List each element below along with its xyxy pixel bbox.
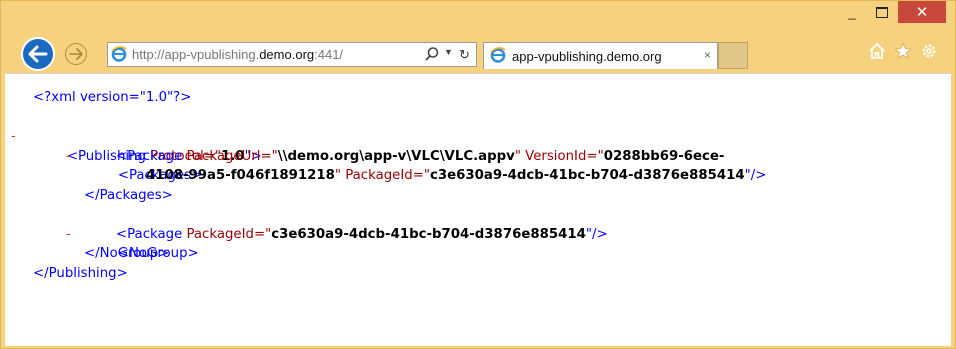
star-icon bbox=[894, 42, 912, 59]
tab-title: app-vpublishing.demo.org bbox=[512, 49, 662, 64]
packages-close-line: </Packages> bbox=[5, 186, 766, 206]
xml-tag: <Package bbox=[116, 226, 187, 242]
xml-attr-name: PackageId=" bbox=[341, 168, 430, 183]
xml-tag: "/> bbox=[744, 168, 767, 183]
xml-attr-value: c3e630a9-4dcb-41bc-b704-d3876e885414 bbox=[271, 226, 586, 242]
tab-close-button[interactable]: × bbox=[704, 48, 711, 62]
publishing-close-line: </Publishing> bbox=[5, 264, 766, 284]
xml-tag: <Package bbox=[116, 148, 187, 164]
maximize-icon bbox=[876, 6, 888, 18]
page-content: <?xml version="1.0"?> - <Publishing Prot… bbox=[5, 73, 951, 346]
publishing-open-line: - <Publishing Protocol="1.0"> bbox=[5, 108, 766, 164]
xml-tag: "/> bbox=[585, 226, 608, 242]
close-button[interactable]: ✕ bbox=[898, 1, 946, 23]
xml-attr-name: PackageId=" bbox=[186, 226, 272, 242]
new-tab-button[interactable] bbox=[718, 42, 748, 69]
forward-arrow-icon bbox=[69, 48, 83, 60]
maximize-button[interactable] bbox=[867, 1, 897, 23]
nogroup-close-line: </NoGroup> bbox=[5, 244, 766, 264]
xml-tag: </Packages> bbox=[84, 187, 173, 203]
package-line: <Package PackageUrl="\\demo.org\app-v\VL… bbox=[5, 147, 766, 167]
internet-explorer-icon bbox=[490, 47, 506, 68]
gear-icon bbox=[922, 44, 936, 58]
search-button[interactable] bbox=[424, 46, 440, 67]
minimize-button[interactable]: _ bbox=[837, 1, 867, 23]
xml-document: <?xml version="1.0"?> - <Publishing Prot… bbox=[5, 88, 766, 283]
home-button[interactable] bbox=[867, 41, 887, 61]
nogroup-open-line: - <NoGroup> bbox=[5, 205, 766, 262]
xml-declaration-line: <?xml version="1.0"?> bbox=[5, 88, 766, 108]
browser-window: _ ✕ http://app-vpublishing.demo.org:441/… bbox=[0, 0, 956, 349]
xml-attr-name: VersionId=" bbox=[520, 148, 604, 164]
packages-open-line: - <Packages> bbox=[5, 127, 766, 184]
internet-explorer-icon bbox=[111, 46, 127, 67]
forward-button[interactable] bbox=[65, 43, 87, 65]
address-dropdown-icon[interactable]: ▼ bbox=[444, 47, 453, 57]
favorites-button[interactable] bbox=[893, 41, 913, 61]
package2-line: <Package PackageId="c3e630a9-4dcb-41bc-b… bbox=[5, 225, 766, 245]
back-button[interactable] bbox=[21, 37, 55, 71]
refresh-button[interactable]: ↻ bbox=[459, 47, 470, 63]
xml-attr-name: PackageUrl=" bbox=[186, 148, 278, 164]
home-icon bbox=[869, 42, 885, 59]
address-bar[interactable]: http://app-vpublishing.demo.org:441/ ▼ ↻ bbox=[107, 42, 477, 67]
search-icon bbox=[425, 47, 439, 61]
close-icon: ✕ bbox=[915, 4, 929, 21]
tab-active[interactable]: app-vpublishing.demo.org × bbox=[483, 42, 718, 69]
xml-attr-value: 0288bb69-6ece- bbox=[603, 148, 725, 164]
xml-attr-value: c3e630a9-4dcb-41bc-b704-d3876e885414 bbox=[429, 168, 745, 183]
xml-tag: </Publishing> bbox=[33, 265, 128, 281]
address-url[interactable]: http://app-vpublishing.demo.org:441/ bbox=[132, 47, 343, 62]
browser-tools bbox=[867, 41, 939, 61]
xml-attr-value: \\demo.org\app-v\VLC\VLC.appv bbox=[277, 148, 515, 164]
navigation-bar: http://app-vpublishing.demo.org:441/ ▼ ↻… bbox=[1, 35, 955, 73]
refresh-icon: ↻ bbox=[459, 47, 470, 62]
title-bar: _ ✕ bbox=[1, 1, 955, 35]
package-line-continued: 4108-99a5-f046f1891218" PackageId="c3e63… bbox=[5, 166, 766, 186]
back-arrow-icon bbox=[28, 45, 48, 63]
minimize-icon: _ bbox=[848, 4, 856, 20]
xml-tag: </NoGroup> bbox=[84, 246, 170, 261]
xml-declaration: <?xml version="1.0"?> bbox=[33, 90, 192, 105]
tools-button[interactable] bbox=[919, 41, 939, 61]
xml-attr-value: 4108-99a5-f046f1891218 bbox=[146, 168, 335, 183]
